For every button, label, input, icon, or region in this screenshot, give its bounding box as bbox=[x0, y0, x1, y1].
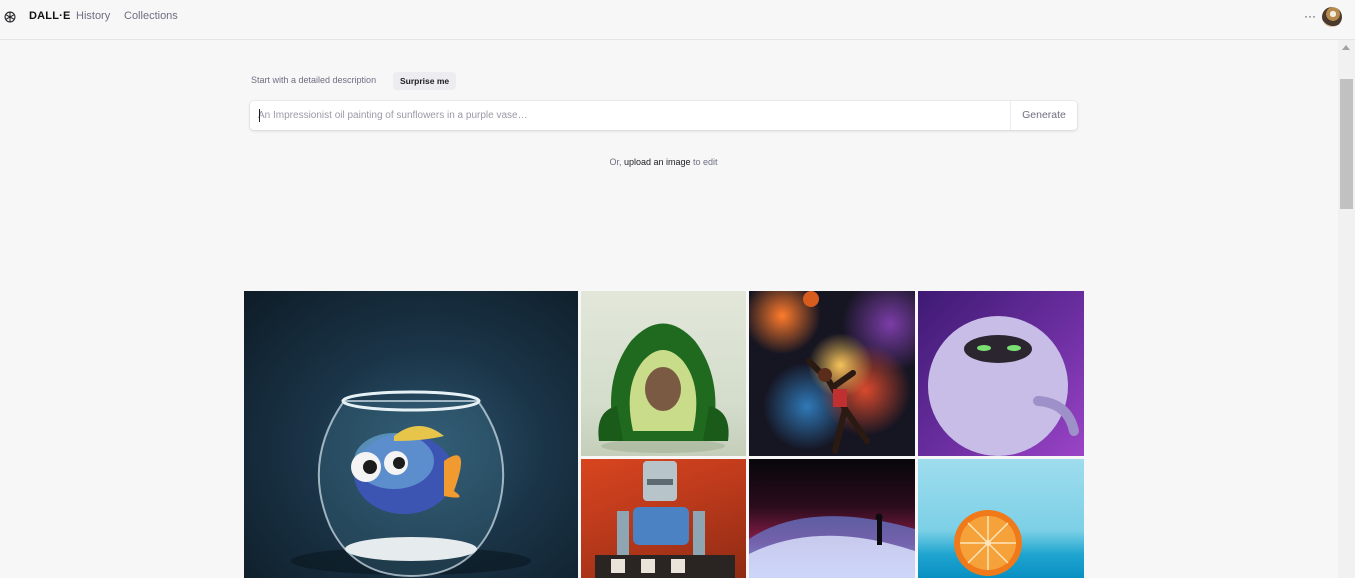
gallery-tile-dunes-figure[interactable] bbox=[749, 459, 915, 578]
upload-suffix: to edit bbox=[690, 157, 718, 167]
gallery-tile-avocado-armchair[interactable] bbox=[581, 291, 746, 456]
orange-illustration bbox=[954, 510, 1022, 576]
robot-illustration bbox=[595, 461, 735, 578]
upload-image-link[interactable]: upload an image bbox=[624, 157, 691, 167]
purple-monster-illustration bbox=[928, 316, 1079, 456]
dunes-illustration bbox=[749, 513, 915, 578]
fish-bowl-illustration bbox=[291, 390, 531, 578]
more-options-button[interactable]: ··· bbox=[1304, 7, 1316, 25]
user-avatar[interactable] bbox=[1322, 7, 1342, 27]
nav-history-link[interactable]: History bbox=[76, 10, 110, 22]
generate-button[interactable]: Generate bbox=[1011, 101, 1077, 130]
gallery-tile-space-basketball[interactable] bbox=[749, 291, 915, 456]
prompt-input[interactable] bbox=[258, 101, 1008, 130]
gallery-tile-purple-monster[interactable] bbox=[918, 291, 1084, 456]
upload-prefix: Or, bbox=[609, 157, 624, 167]
surprise-me-button[interactable]: Surprise me bbox=[393, 72, 457, 90]
gallery-tile-robot-painting[interactable] bbox=[581, 459, 746, 578]
text-caret bbox=[259, 109, 260, 122]
prompt-bar: Generate bbox=[250, 101, 1077, 130]
openai-logo-icon[interactable] bbox=[3, 10, 17, 24]
prompt-hint: Start with a detailed description bbox=[251, 75, 377, 85]
gallery-tile-orange-half[interactable] bbox=[918, 459, 1084, 578]
scroll-up-arrow-icon[interactable] bbox=[1342, 45, 1350, 50]
scrollbar-thumb[interactable] bbox=[1340, 79, 1353, 209]
top-navbar: DALL·E History Collections ··· bbox=[0, 0, 1355, 40]
nav-collections-link[interactable]: Collections bbox=[124, 10, 178, 22]
brand-title[interactable]: DALL·E bbox=[29, 10, 71, 22]
avocado-chair-illustration bbox=[598, 323, 729, 453]
space-basketball-illustration bbox=[803, 291, 870, 454]
upload-hint: Or, upload an image to edit bbox=[0, 157, 1327, 167]
gallery-tile-fish-in-bowl[interactable] bbox=[244, 291, 578, 578]
